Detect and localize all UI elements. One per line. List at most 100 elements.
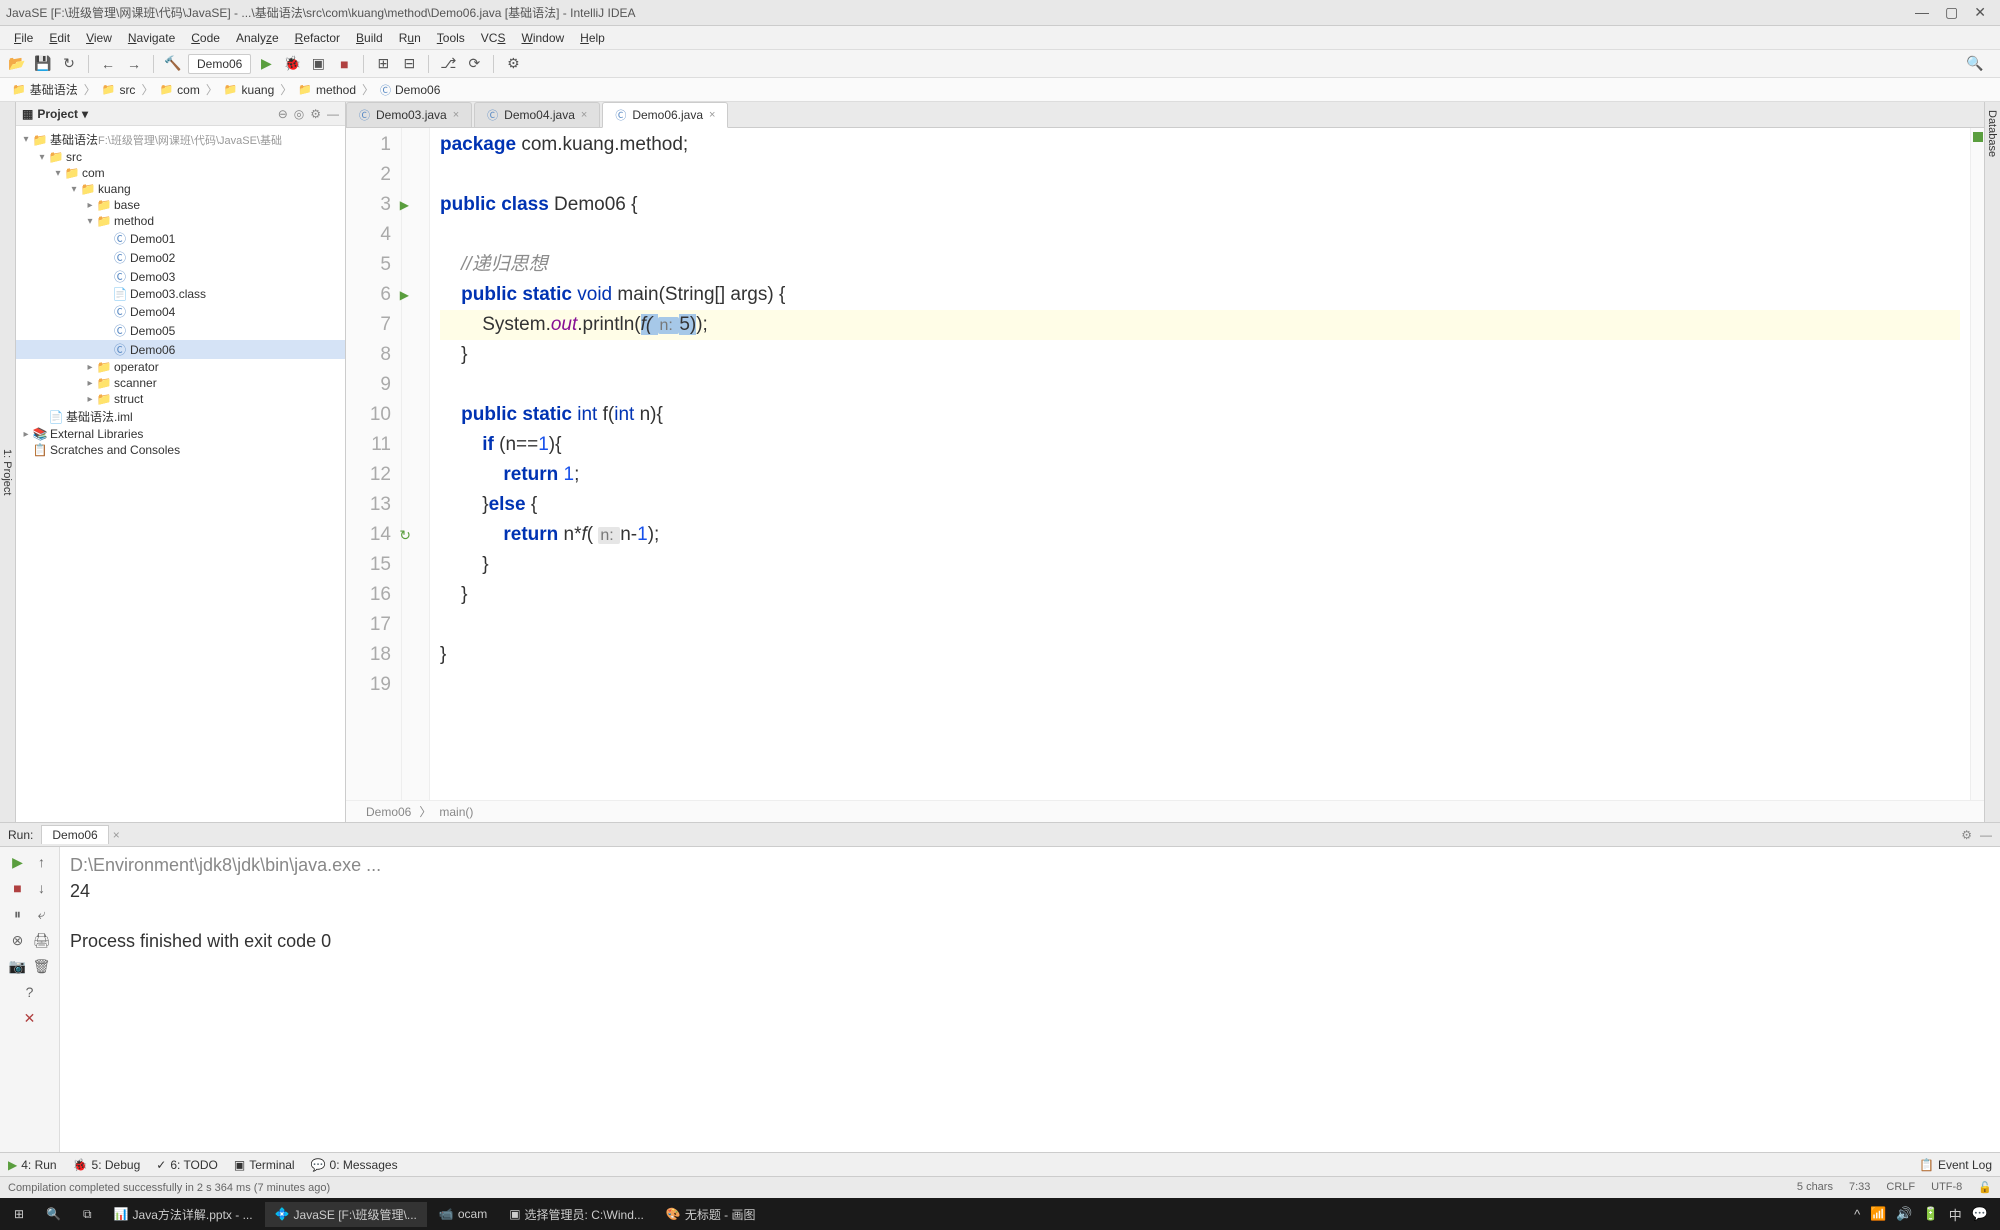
tray-volume-icon[interactable]: 🔊 <box>1896 1206 1912 1222</box>
menu-view[interactable]: View <box>78 31 120 45</box>
breadcrumb-root[interactable]: 📁基础语法 <box>8 81 82 98</box>
save-icon[interactable]: 💾 <box>32 53 54 75</box>
build-icon[interactable]: 🔨 <box>162 53 184 75</box>
tab-demo06[interactable]: ⒸDemo06.java× <box>602 102 728 128</box>
settings-icon[interactable]: ⚙ <box>310 107 321 121</box>
breadcrumb-kuang[interactable]: 📁kuang <box>220 83 278 97</box>
close-tab-icon[interactable]: × <box>709 109 715 121</box>
database-tool-button[interactable]: Database <box>1984 102 2000 822</box>
tree-demo01[interactable]: ⒸDemo01 <box>16 229 345 248</box>
stop-icon[interactable]: ■ <box>333 53 355 75</box>
target-icon[interactable]: ◎ <box>294 107 304 121</box>
tree-demo05[interactable]: ⒸDemo05 <box>16 321 345 340</box>
breadcrumb-src[interactable]: 📁src <box>98 83 140 97</box>
help-icon[interactable]: ? <box>19 981 41 1003</box>
wrap-icon[interactable]: ⤶ <box>31 903 53 925</box>
taskbar-idea[interactable]: 💠 JavaSE [F:\班级管理\... <box>265 1202 427 1227</box>
breadcrumb-file[interactable]: ⒸDemo06 <box>376 82 444 98</box>
terminal-tool-tab[interactable]: ▣Terminal <box>234 1158 295 1172</box>
menu-help[interactable]: Help <box>572 31 613 45</box>
close-run-icon[interactable]: ⊗ <box>7 929 29 951</box>
coverage-icon[interactable]: ▣ <box>307 53 329 75</box>
menu-window[interactable]: Window <box>513 31 572 45</box>
search-icon[interactable]: 🔍 <box>36 1203 71 1225</box>
maximize-icon[interactable]: ▢ <box>1945 4 1958 21</box>
menu-run[interactable]: Run <box>391 31 429 45</box>
up-icon[interactable]: ↑ <box>31 851 53 873</box>
tray-ime-icon[interactable]: 中 <box>1949 1205 1962 1224</box>
menu-tools[interactable]: Tools <box>429 31 473 45</box>
menu-code[interactable]: Code <box>183 31 228 45</box>
status-lock-icon[interactable]: 🔓 <box>1978 1181 1992 1194</box>
debug-icon[interactable]: 🐞 <box>281 53 303 75</box>
taskbar-ppt[interactable]: 📊 Java方法详解.pptx - ... <box>104 1202 263 1227</box>
tree-demo06[interactable]: ⒸDemo06 <box>16 340 345 359</box>
tray-up-icon[interactable]: ^ <box>1854 1207 1860 1222</box>
tree-scratches[interactable]: 📋Scratches and Consoles <box>16 442 345 458</box>
menu-file[interactable]: File <box>6 31 41 45</box>
taskview-icon[interactable]: ⧉ <box>73 1203 102 1226</box>
breadcrumb-com[interactable]: 📁com <box>155 83 203 97</box>
code-content[interactable]: package com.kuang.method;public class De… <box>430 128 1970 800</box>
tree-base[interactable]: ▸📁base <box>16 197 345 213</box>
tree-demo04[interactable]: ⒸDemo04 <box>16 302 345 321</box>
close-tab-icon[interactable]: × <box>453 109 459 121</box>
debug-tool-tab[interactable]: 🐞5: Debug <box>73 1158 141 1172</box>
project-tree[interactable]: ▾📁基础语法 F:\班级管理\网课班\代码\JavaSE\基础 ▾📁src ▾📁… <box>16 126 345 822</box>
console-output[interactable]: D:\Environment\jdk8\jdk\bin\java.exe ...… <box>60 847 2000 1152</box>
tree-external[interactable]: ▸📚External Libraries <box>16 426 345 442</box>
minimize-icon[interactable]: — <box>1915 4 1929 21</box>
taskbar-cmd[interactable]: ▣ 选择管理员: C:\Wind... <box>499 1202 654 1227</box>
tree-src[interactable]: ▾📁src <box>16 149 345 165</box>
tree-com[interactable]: ▾📁com <box>16 165 345 181</box>
todo-tool-tab[interactable]: ✓6: TODO <box>156 1158 218 1172</box>
close-run-tab-icon[interactable]: × <box>113 828 120 842</box>
exit-icon[interactable]: ✕ <box>19 1007 41 1029</box>
stop-run-icon[interactable]: ■ <box>7 877 29 899</box>
eventlog-tool-tab[interactable]: 📋Event Log <box>1919 1158 1992 1172</box>
forward-icon[interactable]: → <box>123 53 145 75</box>
run-icon[interactable]: ▶ <box>255 53 277 75</box>
tree-demo03class[interactable]: 📄Demo03.class <box>16 286 345 302</box>
dump-icon[interactable]: 📷 <box>7 955 29 977</box>
trash-icon[interactable]: 🗑 <box>31 955 53 977</box>
tab-demo04[interactable]: ⒸDemo04.java× <box>474 102 600 127</box>
code-editor[interactable]: 123▶456▶7891011121314↻1516171819 package… <box>346 128 1984 800</box>
taskbar-paint[interactable]: 🎨 无标题 - 画图 <box>656 1202 766 1227</box>
update-icon[interactable]: ⟳ <box>463 53 485 75</box>
run-config-selector[interactable]: Demo06 <box>188 54 251 74</box>
back-icon[interactable]: ← <box>97 53 119 75</box>
breadcrumb-method[interactable]: 📁method <box>294 83 360 97</box>
tray-network-icon[interactable]: 📶 <box>1870 1206 1886 1222</box>
vcs-icon[interactable]: ⎇ <box>437 53 459 75</box>
settings-icon[interactable]: ⚙ <box>502 53 524 75</box>
structure-icon[interactable]: ⊞ <box>372 53 394 75</box>
menu-refactor[interactable]: Refactor <box>287 31 348 45</box>
menu-vcs[interactable]: VCS <box>473 31 514 45</box>
menu-analyze[interactable]: Analyze <box>228 31 287 45</box>
menu-navigate[interactable]: Navigate <box>120 31 183 45</box>
project-tool-button[interactable]: 1: Project <box>0 122 15 822</box>
close-icon[interactable]: ✕ <box>1974 4 1986 21</box>
tab-demo03[interactable]: ⒸDemo03.java× <box>346 102 472 127</box>
close-tab-icon[interactable]: × <box>581 109 587 121</box>
refresh-icon[interactable]: ↻ <box>58 53 80 75</box>
run-hide-icon[interactable]: — <box>1980 828 1992 842</box>
tree-kuang[interactable]: ▾📁kuang <box>16 181 345 197</box>
tree-scanner[interactable]: ▸📁scanner <box>16 375 345 391</box>
print-icon[interactable]: 🖨 <box>31 929 53 951</box>
collapse-icon[interactable]: ⊖ <box>278 107 288 121</box>
status-encoding[interactable]: UTF-8 <box>1931 1181 1962 1194</box>
menu-build[interactable]: Build <box>348 31 391 45</box>
down-icon[interactable]: ↓ <box>31 877 53 899</box>
tree-operator[interactable]: ▸📁operator <box>16 359 345 375</box>
messages-tool-tab[interactable]: 💬0: Messages <box>311 1158 398 1172</box>
start-button[interactable]: ⊞ <box>4 1203 34 1225</box>
pause-icon[interactable]: ⏸ <box>7 903 29 925</box>
tree-method[interactable]: ▾📁method <box>16 213 345 229</box>
tree-root[interactable]: ▾📁基础语法 F:\班级管理\网课班\代码\JavaSE\基础 <box>16 130 345 149</box>
tree-iml[interactable]: 📄基础语法.iml <box>16 407 345 426</box>
tree-demo03[interactable]: ⒸDemo03 <box>16 267 345 286</box>
bc-method[interactable]: main() <box>439 805 473 819</box>
search-everywhere-icon[interactable]: 🔍 <box>1964 53 1986 75</box>
